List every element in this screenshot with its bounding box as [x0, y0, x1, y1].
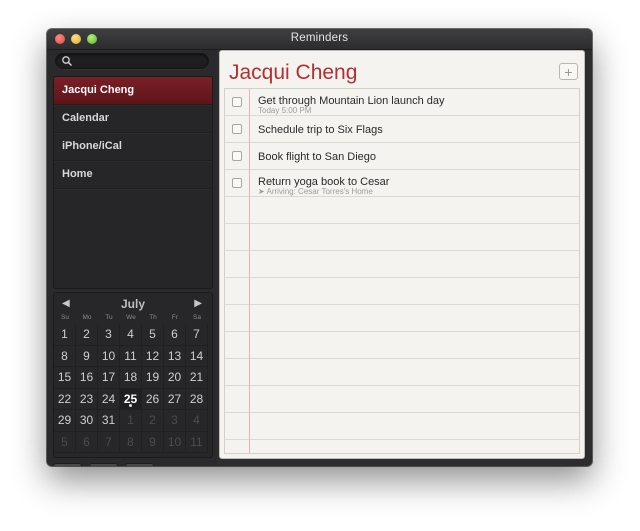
- mini-calendar: ◀ July ▶ Su Mo Tu We Th Fr Sa 1 2 3 4 5 …: [53, 292, 213, 458]
- calendar-day[interactable]: 18: [120, 367, 142, 389]
- calendar-day[interactable]: 4: [120, 324, 142, 346]
- reminder-due-date: Today 5:00 PM: [258, 106, 312, 115]
- calendar-day[interactable]: 6: [164, 324, 186, 346]
- add-reminder-button[interactable]: +: [559, 63, 578, 80]
- calendar-day[interactable]: 8: [54, 345, 76, 367]
- calendar-day[interactable]: 7: [186, 324, 208, 346]
- calendar-day-next-month[interactable]: 3: [164, 410, 186, 432]
- reminders-window: Reminders Jacqui Cheng Calendar iPhone/i…: [47, 29, 592, 466]
- weekday-label: Fr: [171, 314, 179, 321]
- search-input[interactable]: [74, 55, 208, 69]
- reminder-title: Book flight to San Diego: [258, 151, 377, 163]
- weekday-label: Su: [61, 314, 69, 321]
- calendar-header: ◀ July ▶: [54, 297, 212, 313]
- title-bar: Reminders: [47, 29, 592, 50]
- reminder-checkbox[interactable]: [232, 178, 242, 188]
- calendar-day-next-month[interactable]: 8: [120, 431, 142, 453]
- calendar-day-next-month[interactable]: 2: [142, 410, 164, 432]
- calendar-day[interactable]: 14: [186, 345, 208, 367]
- calendar-day[interactable]: 13: [164, 345, 186, 367]
- calendar-day[interactable]: 10: [98, 345, 120, 367]
- reminder-location-text: Arriving: Cesar Torres's Home: [266, 187, 373, 196]
- add-list-button[interactable]: +: [125, 463, 154, 466]
- calendar-grid: 1 2 3 4 5 6 7 8 9 10 11 12 13 14 15 16 1…: [54, 324, 208, 453]
- calendar-day[interactable]: 5: [142, 324, 164, 346]
- calendar-day[interactable]: 3: [98, 324, 120, 346]
- reminder-checkbox[interactable]: [232, 124, 242, 134]
- plus-icon: +: [564, 64, 573, 80]
- weekday-label: Mo: [82, 314, 92, 321]
- calendar-day[interactable]: 1: [54, 324, 76, 346]
- calendar-month: July: [120, 297, 145, 311]
- plus-icon: +: [136, 465, 143, 467]
- calendar-day[interactable]: 26: [142, 388, 164, 410]
- weekday-label: Th: [149, 314, 157, 321]
- window-title: Reminders: [290, 32, 349, 44]
- calendar-day[interactable]: 30: [76, 410, 98, 432]
- calendar-day-next-month[interactable]: 9: [142, 431, 164, 453]
- calendar-day[interactable]: 16: [76, 367, 98, 389]
- weekday-label: We: [126, 314, 136, 321]
- reminder-location: ➤ Arriving: Cesar Torres's Home: [258, 187, 373, 196]
- sidebar-item-jacqui-cheng[interactable]: Jacqui Cheng: [54, 77, 212, 105]
- reminder-row[interactable]: Return yoga book to Cesar ➤ Arriving: Ce…: [225, 170, 579, 197]
- reminder-row[interactable]: Get through Mountain Lion launch day Tod…: [225, 89, 579, 116]
- sidebar-item-home[interactable]: Home: [54, 161, 212, 189]
- calendar-day-today[interactable]: 25: [120, 388, 142, 410]
- calendar-day[interactable]: 12: [142, 345, 164, 367]
- calendar-day[interactable]: 17: [98, 367, 120, 389]
- triangle-right-icon[interactable]: ▶: [194, 298, 202, 309]
- calendar-day[interactable]: 29: [54, 410, 76, 432]
- location-arrow-icon: ➤: [258, 187, 265, 196]
- calendar-day[interactable]: 9: [76, 345, 98, 367]
- weekday-label: Tu: [105, 314, 113, 321]
- sidebar-item-iphone-ical[interactable]: iPhone/iCal: [54, 133, 212, 161]
- reminder-row[interactable]: Book flight to San Diego: [225, 143, 579, 170]
- calendar-day[interactable]: 19: [142, 367, 164, 389]
- reminder-title: Schedule trip to Six Flags: [258, 124, 383, 136]
- weekday-header: Su Mo Tu We Th Fr Sa: [54, 314, 212, 321]
- search-field[interactable]: [55, 53, 209, 69]
- reminder-checkbox[interactable]: [232, 97, 242, 107]
- reminder-list-paper: Get through Mountain Lion launch day Tod…: [224, 88, 580, 454]
- calendar-day[interactable]: 2: [76, 324, 98, 346]
- search-icon: [62, 56, 73, 67]
- reminder-lists: Jacqui Cheng Calendar iPhone/iCal Home: [53, 76, 213, 289]
- reminders-pane: Jacqui Cheng + Get through Mountain Lion…: [219, 50, 585, 459]
- reminder-checkbox[interactable]: [232, 151, 242, 161]
- calendar-day[interactable]: 28: [186, 388, 208, 410]
- calendar-day[interactable]: 22: [54, 388, 76, 410]
- calendar-day[interactable]: 31: [98, 410, 120, 432]
- calendar-day-next-month[interactable]: 4: [186, 410, 208, 432]
- calendar-day-next-month[interactable]: 7: [98, 431, 120, 453]
- weekday-label: Sa: [193, 314, 201, 321]
- calendar-view-button[interactable]: [89, 463, 118, 466]
- calendar-day[interactable]: 11: [120, 345, 142, 367]
- calendar-day[interactable]: 27: [164, 388, 186, 410]
- calendar-day-next-month[interactable]: 1: [120, 410, 142, 432]
- list-title: Jacqui Cheng: [229, 61, 358, 84]
- calendar-day[interactable]: 20: [164, 367, 186, 389]
- sidebar-item-calendar[interactable]: Calendar: [54, 105, 212, 133]
- calendar-day[interactable]: 21: [186, 367, 208, 389]
- sidebar: Jacqui Cheng Calendar iPhone/iCal Home ◀…: [47, 50, 217, 466]
- calendar-day-next-month[interactable]: 10: [164, 431, 186, 453]
- calendar-day-next-month[interactable]: 5: [54, 431, 76, 453]
- calendar-day[interactable]: 15: [54, 367, 76, 389]
- calendar-day[interactable]: 23: [76, 388, 98, 410]
- calendar-day-next-month[interactable]: 6: [76, 431, 98, 453]
- reminder-row[interactable]: Schedule trip to Six Flags: [225, 116, 579, 143]
- calendar-day[interactable]: 24: [98, 388, 120, 410]
- show-hide-calendar-button[interactable]: [53, 463, 82, 466]
- calendar-day-next-month[interactable]: 11: [186, 431, 208, 453]
- sidebar-bottom-bar: +: [53, 463, 154, 466]
